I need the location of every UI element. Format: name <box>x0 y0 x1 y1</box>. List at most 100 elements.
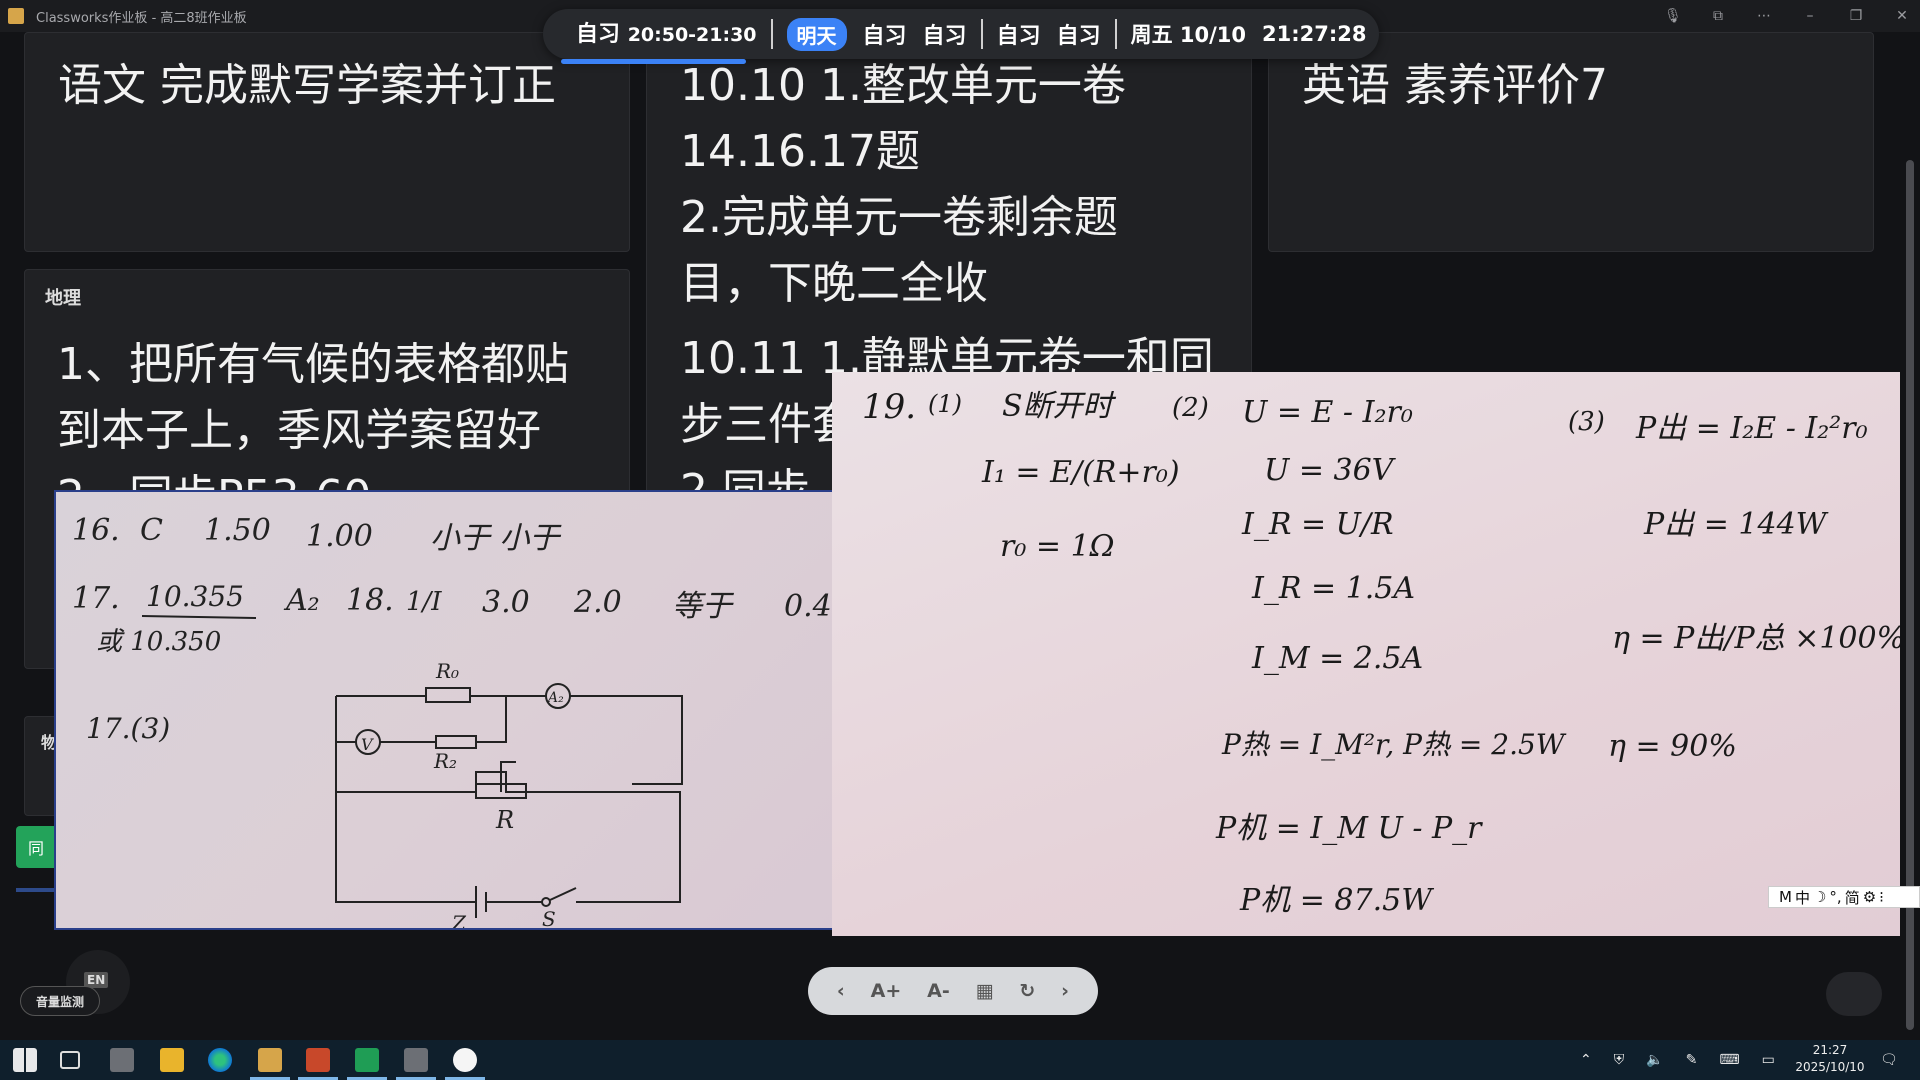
circuit-diagram <box>335 683 683 918</box>
assistant-avatar-icon[interactable] <box>1826 972 1882 1016</box>
classworks-icon[interactable] <box>258 1048 282 1072</box>
sync-button[interactable]: 同 <box>16 826 56 868</box>
ime-simplified-toggle[interactable]: 简 <box>1845 887 1860 908</box>
powerpoint-icon[interactable] <box>306 1048 330 1072</box>
answer-17-value: 10.355 <box>146 580 244 613</box>
restore-icon[interactable]: ❐ <box>1848 8 1864 24</box>
clock-date: 2025/10/10 <box>1795 1060 1865 1074</box>
tomorrow-item-2: 自习 <box>922 24 967 49</box>
math-line-4: 目，下晚二全收 <box>680 258 988 309</box>
equation-efficiency: η = P出/P总 ×100% <box>1612 621 1900 656</box>
weekday-date: 周五 10/10 <box>1130 23 1247 47</box>
answer-16-value-2: 1.00 <box>306 519 373 554</box>
font-decrease-icon[interactable]: A- <box>927 980 950 1002</box>
answer-16-comparison: 小于 小于 <box>430 521 563 556</box>
value-ir: I_R = 1.5A <box>1251 571 1415 606</box>
current-period-time: 20:50-21:30 <box>627 24 757 46</box>
answer-16-value-1: 1.50 <box>204 513 271 548</box>
ime-punctuation-toggle[interactable]: °, <box>1829 888 1841 906</box>
task-view-icon[interactable] <box>60 1051 80 1069</box>
circuit-label-r2: R₂ <box>433 749 457 773</box>
next-icon[interactable]: › <box>1061 980 1069 1002</box>
math-line-3: 2.完成单元一卷剩余题 <box>680 192 1118 243</box>
english-homework: 英语 素养评价7 <box>1302 60 1608 111</box>
edge-icon[interactable] <box>208 1048 232 1072</box>
problem-19-part-3: (3) <box>1568 407 1605 437</box>
tomorrow-badge: 明天 <box>786 17 847 51</box>
panel-chinese[interactable]: 语文 完成默写学案并订正 <box>24 32 630 252</box>
geography-line-2: 到本子上，季风学案留好 <box>57 405 541 456</box>
tray-chevron-icon[interactable]: ⌃ <box>1580 1052 1592 1068</box>
more-icon[interactable]: ⋯ <box>1756 8 1772 24</box>
schedule-bar: 自习 20:50-21:30 明天 自习 自习 自习 自习 周五 10/10 2… <box>543 9 1379 64</box>
app-logo-icon <box>8 8 24 24</box>
answer-photo-left[interactable]: 16. C 1.50 1.00 小于 小于 17. 10.355 或 10.35… <box>54 490 956 930</box>
current-period: 自习 20:50-21:30 <box>561 16 757 64</box>
math-line-2: 14.16.17题 <box>680 126 920 177</box>
mic-icon[interactable]: 🎙 <box>1664 8 1682 24</box>
tomorrow-item-1: 自习 <box>862 24 907 49</box>
value-p-out: P出 = 144W <box>1643 507 1829 542</box>
ime-moon-icon[interactable]: ☽ <box>1813 888 1826 906</box>
close-icon[interactable]: ✕ <box>1894 8 1910 24</box>
calendar-icon[interactable]: ▦ <box>976 980 994 1002</box>
separator <box>1114 19 1117 49</box>
font-increase-icon[interactable]: A+ <box>871 980 902 1002</box>
prev-icon[interactable]: ‹ <box>837 980 845 1002</box>
security-icon[interactable]: ⛨ <box>1614 1052 1625 1068</box>
tablet-icon[interactable]: ▭ <box>1762 1052 1775 1068</box>
file-explorer-icon[interactable] <box>160 1048 184 1072</box>
progress-indicator <box>16 888 56 892</box>
current-time: 21:27:28 <box>1262 22 1367 46</box>
later-item-1: 自习 <box>996 24 1041 49</box>
circuit-label-ammeter: A₂ <box>546 690 564 706</box>
separator <box>980 19 983 49</box>
value-p-mech: P机 = 87.5W <box>1239 883 1434 918</box>
dmm-icon[interactable] <box>110 1048 134 1072</box>
equation-p-out: P出 = I₂E - I₂²r₀ <box>1635 411 1868 446</box>
circuit-label-r: R <box>495 806 514 834</box>
notification-icon[interactable]: 🗨 <box>1880 1052 1898 1068</box>
ime-more-icon[interactable]: ⁝ <box>1879 888 1884 906</box>
equation-r0: r₀ = 1Ω <box>1000 529 1115 564</box>
pen-icon[interactable]: ✎ <box>1686 1052 1698 1068</box>
answer-18-value-2: 2.0 <box>573 585 622 620</box>
equation-p-mech: P机 = I_M U - P_r <box>1215 811 1483 846</box>
volume-monitor-button[interactable]: 音量监测 <box>20 986 100 1016</box>
geography-line-1: 1、把所有气候的表格都贴 <box>57 339 569 390</box>
bottom-toolbar: ‹ A+ A- ▦ ↻ › <box>808 967 1098 1015</box>
circuit-label-voltmeter: V <box>361 735 374 754</box>
system-clock[interactable]: 21:27 2025/10/10 <box>1780 1042 1880 1076</box>
current-period-label: 自习 <box>576 22 621 47</box>
answer-18-axis: 1/I <box>406 587 442 617</box>
current-period-progress <box>561 59 746 64</box>
circuit-label-r0: R₀ <box>435 659 459 683</box>
ime-chinese-toggle[interactable]: 中 <box>1795 887 1810 908</box>
answer-16-number: 16. <box>72 513 120 548</box>
math-line-1: 10.10 1.整改单元一卷 <box>680 60 1126 111</box>
dmm2-icon[interactable] <box>404 1048 428 1072</box>
ime-mode-icon[interactable]: M <box>1779 888 1792 906</box>
minimize-icon[interactable]: – <box>1802 8 1818 24</box>
en-app-icon[interactable] <box>355 1048 379 1072</box>
panel-english[interactable]: 英语 素养评价7 <box>1268 32 1874 252</box>
math-line-6: 步三件套 <box>680 399 856 450</box>
problem-19-condition: S断开时 <box>1002 389 1117 424</box>
windows-start-icon[interactable] <box>13 1048 37 1072</box>
taskbar: ⌃ ⛨ 🔈 ✎ ⌨ ▭ 21:27 2025/10/10 🗨 <box>0 1040 1920 1080</box>
geography-title: 地理 <box>45 288 81 309</box>
ime-toolbar[interactable]: M 中 ☽ °, 简 ⚙ ⁝ <box>1768 886 1920 908</box>
answer-17-3-label: 17.(3) <box>86 712 170 745</box>
window-title: Classworks作业板 - 高二8班作业板 <box>36 10 247 26</box>
ime-settings-icon[interactable]: ⚙ <box>1863 888 1876 906</box>
qq-icon[interactable] <box>453 1048 477 1072</box>
answer-photo-right[interactable]: 19. (1) S断开时 (2) I₁ = E/(R+r₀) r₀ = 1Ω U… <box>832 372 1900 936</box>
keyboard-icon[interactable]: ⌨ <box>1719 1052 1739 1068</box>
refresh-icon[interactable]: ↻ <box>1019 980 1035 1002</box>
equation-p-heat: P热 = I_M²r, P热 = 2.5W <box>1221 728 1567 761</box>
volume-icon[interactable]: 🔈 <box>1646 1052 1663 1068</box>
answer-17-ammeter: A₂ <box>283 583 320 618</box>
capture-icon[interactable]: ⧉ <box>1710 8 1726 24</box>
equation-u: U = E - I₂r₀ <box>1242 395 1413 430</box>
separator <box>770 19 773 49</box>
